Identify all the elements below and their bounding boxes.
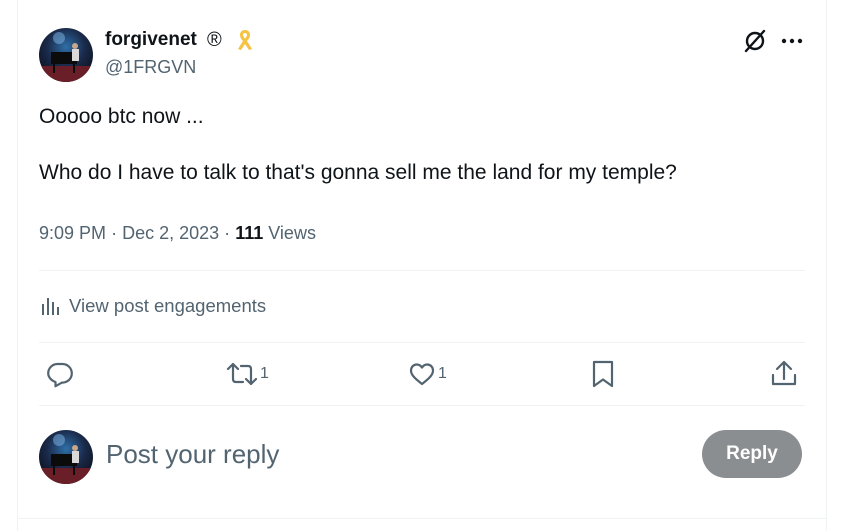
post-time[interactable]: 9:09 PM <box>39 223 106 243</box>
reply-input[interactable]: Post your reply <box>106 438 279 470</box>
post-text-line: Ooooo btc now ... <box>39 105 204 128</box>
views-label: Views <box>268 223 316 243</box>
view-engagements-link[interactable]: View post engagements <box>39 293 266 319</box>
repost-action-button[interactable]: 1 <box>226 359 269 389</box>
author-display-name[interactable]: forgivenet <box>105 28 197 52</box>
like-count: 1 <box>438 365 447 382</box>
ribbon-icon <box>238 30 252 50</box>
analytics-icon <box>42 298 59 315</box>
author-handle[interactable]: @1FRGVN <box>105 56 196 78</box>
post-text: Ooooo btc now ... Who do I have to talk … <box>39 103 799 187</box>
bookmark-action-button[interactable] <box>590 359 616 389</box>
reply-action-button[interactable] <box>46 359 76 389</box>
repost-count: 1 <box>260 365 269 382</box>
grok-icon[interactable] <box>742 28 768 54</box>
divider <box>39 270 805 271</box>
meta-separator: · <box>111 223 118 243</box>
post-text-line: Who do I have to talk to that's gonna se… <box>39 161 677 184</box>
post-metadata: 9:09 PM · Dec 2, 2023 · 111 Views <box>39 221 316 245</box>
share-icon <box>771 360 797 386</box>
post-date[interactable]: Dec 2, 2023 <box>122 223 219 243</box>
reply-icon <box>47 362 73 388</box>
author-avatar[interactable] <box>39 28 93 82</box>
reply-submit-button[interactable]: Reply <box>702 430 802 478</box>
views-count: 111 <box>235 223 264 243</box>
meta-separator: · <box>224 223 231 243</box>
share-action-button[interactable] <box>770 359 798 389</box>
registered-mark: ® <box>207 29 222 51</box>
repost-icon <box>226 362 258 386</box>
more-options-icon[interactable] <box>779 28 805 54</box>
like-action-button[interactable]: 1 <box>408 359 447 389</box>
divider <box>39 342 805 343</box>
current-user-avatar[interactable] <box>39 430 93 484</box>
divider <box>39 405 805 406</box>
heart-icon <box>409 363 435 386</box>
view-engagements-label: View post engagements <box>69 295 267 316</box>
divider <box>17 518 827 519</box>
bookmark-icon <box>592 360 614 388</box>
